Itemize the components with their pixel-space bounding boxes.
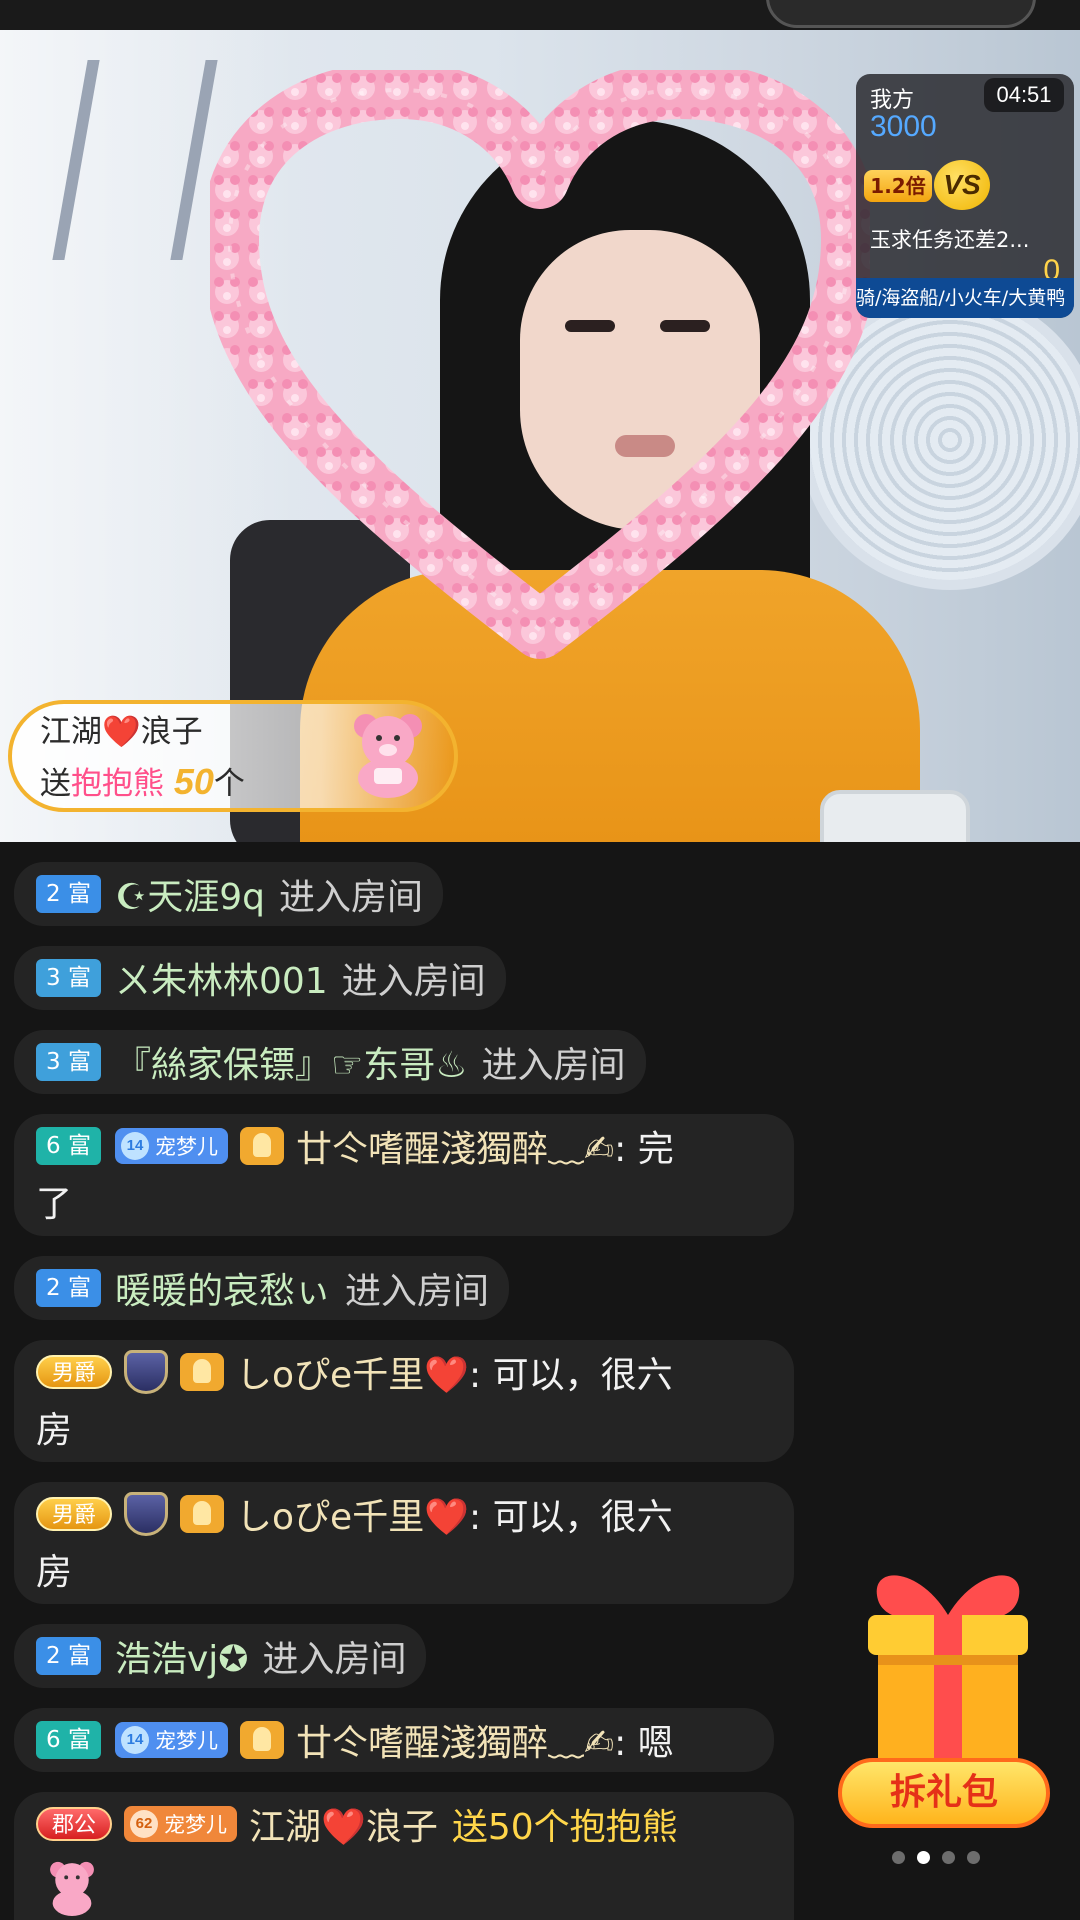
wealth-level-badge: 2 富 [36,1637,101,1675]
user-icon [180,1495,225,1533]
vs-icon: VS [934,160,990,210]
gift-unit: 个 [213,766,245,802]
noble-rank-badge: 郡公 [36,1807,113,1841]
fan-club-badge: 14 宠梦儿 [114,1722,228,1758]
shield-icon [124,1350,169,1394]
chat-message: 2 富 暖暖的哀愁ぃ 进入房间 [14,1256,509,1320]
noble-rank-badge: 男爵 [36,1497,113,1531]
chat-action: 进入房间 [344,1271,489,1312]
pager-dot[interactable] [892,1851,905,1864]
chat-username[interactable]: 廿仒嗜醒淺獨醉﹏✍ [296,1714,614,1766]
chat-gift-text: 送50个抱抱熊 [451,1807,678,1848]
fan-club-badge: 14 宠梦儿 [114,1128,228,1164]
chat-message: 6 富 14 宠梦儿 廿仒嗜醒淺獨醉﹏✍ : 完 了 [14,1114,794,1236]
pk-gift-ticker: 骑/海盗船/小火车/大黄鸭 [856,278,1074,318]
gift-name: 抱抱熊 [71,766,164,802]
pk-timer: 04:51 [984,78,1064,112]
chat-username[interactable]: 『絲家保镖』☞东哥♨ [115,1036,468,1088]
fan-level-icon: 14 [120,1726,149,1754]
pk-task-text: 玉求任务还差2... [870,228,1030,252]
chat-message: 3 富 ㄨ朱林林001 进入房间 [14,946,506,1010]
fan-level-icon: 14 [120,1132,149,1160]
chat-message: 3 富 『絲家保镖』☞东哥♨ 进入房间 [14,1030,646,1094]
chat-text-continued: 房 [36,1552,73,1593]
chat-message: 6 富 14 宠梦儿 廿仒嗜醒淺獨醉﹏✍ : 嗯 [14,1708,774,1772]
teddy-bear-gift-icon [354,714,422,798]
fan-club-name: 宠梦儿 [154,1729,218,1753]
chat-action: 进入房间 [262,1639,407,1680]
chat-text: : 完 [614,1129,674,1170]
chat-username[interactable]: ㄨ朱林林001 [115,952,328,1004]
chat-action: 进入房间 [481,1045,626,1086]
user-icon [239,1721,284,1759]
gift-description: 送抱抱熊 50个 [40,758,245,803]
gift-send-word: 送 [40,766,71,802]
chat-username[interactable]: 廿仒嗜醒淺獨醉﹏✍ [296,1120,614,1172]
shield-icon [124,1492,169,1536]
gift-sender-name: 江湖❤️浪子 [40,714,203,750]
fan-club-name: 宠梦儿 [164,1813,228,1837]
wealth-level-badge: 6 富 [36,1721,101,1759]
noble-rank-badge: 男爵 [36,1355,113,1389]
pager-dot-active[interactable] [917,1851,930,1864]
carousel-pager [892,1851,992,1864]
chat-text: : 嗯 [614,1723,674,1764]
chat-text: : 可以，很六 [469,1497,673,1538]
wealth-level-badge: 3 富 [36,1043,101,1081]
user-icon [180,1353,225,1391]
chat-username[interactable]: しoぴe千里❤️ [236,1488,469,1540]
user-icon [239,1127,284,1165]
chat-username[interactable]: 浩浩vj✪ [115,1630,248,1682]
fan-level-icon: 62 [130,1810,159,1838]
chat-username[interactable]: ☪天涯9q [115,868,265,920]
pk-our-score: 3000 [870,110,937,143]
gift-count: 50 [173,761,214,802]
open-gift-pack-button[interactable]: 拆礼包 [838,1758,1050,1828]
wealth-level-badge: 2 富 [36,875,101,913]
chat-action: 进入房间 [278,877,423,918]
fan-club-badge: 62 宠梦儿 [124,1806,238,1842]
chat-message: 男爵 しoぴe千里❤️ : 可以，很六 房 [14,1340,794,1462]
pk-multiplier-badge: 1.2倍 [864,170,932,202]
chat-message: 郡公 62 宠梦儿 江湖❤️浪子 送50个抱抱熊 [14,1792,794,1920]
heart-gift-effect [210,70,870,659]
pager-dot[interactable] [967,1851,980,1864]
table-cup [820,790,970,842]
chat-message: 2 富 ☪天涯9q 进入房间 [14,862,443,926]
chat-username[interactable]: 江湖❤️浪子 [249,1798,438,1850]
chat-action: 进入房间 [341,961,486,1002]
top-follow-pill[interactable] [766,0,1036,28]
chat-text-continued: 了 [36,1184,73,1225]
chat-message: 男爵 しoぴe千里❤️ : 可以，很六 房 [14,1482,794,1604]
teddy-bear-gift-icon [50,1861,94,1916]
wealth-level-badge: 6 富 [36,1127,101,1165]
wealth-level-badge: 3 富 [36,959,101,997]
wealth-level-badge: 2 富 [36,1269,101,1307]
chat-username[interactable]: 暖暖的哀愁ぃ [115,1262,331,1314]
pager-dot[interactable] [942,1851,955,1864]
pk-battle-panel[interactable]: 我方 04:51 3000 1.2倍 VS 玉求任务还差2... 0 骑/海盗船… [856,74,1074,318]
chat-message: 2 富 浩浩vj✪ 进入房间 [14,1624,427,1688]
chat-text-continued: 房 [36,1410,73,1451]
fan-club-name: 宠梦儿 [154,1135,218,1159]
chat-text: : 可以，很六 [469,1355,673,1396]
chat-username[interactable]: しoぴe千里❤️ [236,1346,469,1398]
